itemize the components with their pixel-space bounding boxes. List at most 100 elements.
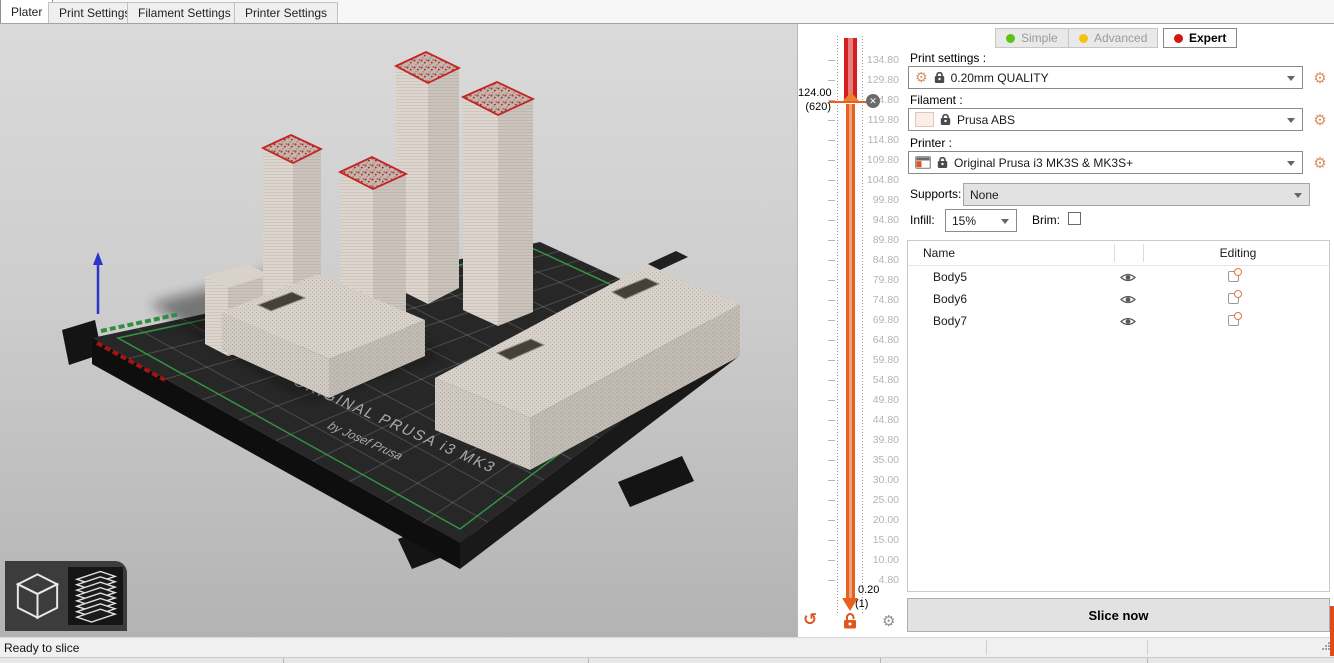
- tab-printer-settings[interactable]: Printer Settings: [234, 2, 338, 23]
- slider-range-lower[interactable]: [846, 104, 855, 598]
- layer-tick-label: 109.80: [855, 154, 899, 166]
- layer-tick-label: 44.80: [855, 414, 899, 426]
- printer-combo[interactable]: Original Prusa i3 MK3S & MK3S+: [908, 151, 1303, 174]
- chevron-down-icon: [1287, 76, 1295, 81]
- layer-tick-dash: [828, 240, 835, 241]
- slice-now-button[interactable]: Slice now: [907, 598, 1330, 632]
- column-divider: [1143, 244, 1144, 262]
- status-separator: [1147, 640, 1148, 655]
- layer-tick-dash: [828, 440, 835, 441]
- brim-label: Brim:: [1032, 213, 1060, 227]
- visibility-eye-icon[interactable]: [1120, 316, 1136, 327]
- layer-tick-dash: [828, 560, 835, 561]
- edit-printer-gear-icon[interactable]: ⚙: [1310, 153, 1330, 173]
- object-list-header: Name Editing: [908, 241, 1329, 266]
- chevron-down-icon: [1287, 161, 1295, 166]
- layer-tick-dash: [828, 200, 835, 201]
- layer-tick-label: 35.00: [855, 454, 899, 466]
- visibility-eye-icon[interactable]: [1120, 294, 1136, 305]
- layer-tick-dash: [828, 360, 835, 361]
- filament-label: Filament :: [910, 93, 963, 107]
- tab-plater[interactable]: Plater: [0, 0, 53, 23]
- layer-slider: 134.80129.80124.80119.80114.80109.80104.…: [797, 24, 905, 637]
- mode-advanced-label: Advanced: [1094, 31, 1147, 45]
- visibility-eye-icon[interactable]: [1120, 272, 1136, 283]
- strip-divider: [880, 658, 881, 663]
- brim-checkbox[interactable]: [1068, 212, 1081, 225]
- layer-tick-dash: [828, 180, 835, 181]
- layer-tick-dash: [828, 260, 835, 261]
- layer-tick-label: 15.00: [855, 534, 899, 546]
- layer-tick-label: 25.00: [855, 494, 899, 506]
- supports-dropdown[interactable]: None: [963, 183, 1310, 206]
- mode-advanced-button[interactable]: Advanced: [1068, 28, 1158, 48]
- chevron-down-icon: [1294, 193, 1302, 198]
- column-divider: [1114, 244, 1115, 262]
- slider-settings-gear-icon[interactable]: ⚙: [882, 612, 895, 630]
- 3d-view-button[interactable]: [10, 567, 65, 625]
- unlock-icon[interactable]: [842, 612, 858, 629]
- chevron-down-icon: [1001, 219, 1009, 224]
- lock-icon: [937, 156, 948, 169]
- bottom-layer-label: (1): [855, 598, 868, 610]
- filament-combo[interactable]: Prusa ABS: [908, 108, 1303, 131]
- chevron-down-icon: [1287, 118, 1295, 123]
- object-tower-3[interactable]: [463, 82, 533, 326]
- 3d-scene: ORIGINAL PRUSA i3 MK3 by Josef Prusa: [0, 24, 797, 637]
- revert-icon[interactable]: ↺: [803, 610, 817, 630]
- tab-filament-settings[interactable]: Filament Settings: [127, 2, 242, 23]
- layer-tick-dash: [828, 280, 835, 281]
- slider-handle[interactable]: [843, 92, 859, 101]
- printer-label: Printer :: [910, 136, 952, 150]
- layer-tick-label: 129.80: [855, 74, 899, 86]
- bottom-strip: [0, 657, 1334, 663]
- layer-tick-label: 39.80: [855, 434, 899, 446]
- layer-tick-dash: [828, 540, 835, 541]
- supports-value: None: [970, 188, 999, 202]
- mode-simple-label: Simple: [1021, 31, 1058, 45]
- edit-object-icon[interactable]: [1228, 293, 1239, 304]
- infill-label: Infill:: [910, 213, 935, 227]
- lock-icon: [940, 113, 951, 126]
- object-name: Body6: [933, 292, 967, 306]
- layer-tick-dash: [828, 160, 835, 161]
- edit-object-icon[interactable]: [1228, 271, 1239, 282]
- layers-view-button[interactable]: [68, 567, 123, 625]
- edit-filament-gear-icon[interactable]: ⚙: [1310, 110, 1330, 130]
- object-row[interactable]: Body7: [908, 310, 1329, 332]
- layer-tick-label: 49.80: [855, 394, 899, 406]
- infill-dropdown[interactable]: 15%: [945, 209, 1017, 232]
- edit-print-settings-gear-icon[interactable]: ⚙: [1310, 68, 1330, 88]
- mode-expert-label: Expert: [1189, 31, 1226, 45]
- view-mode-switcher: [5, 561, 127, 631]
- status-separator: [986, 640, 987, 655]
- mode-simple-dot: [1006, 34, 1015, 43]
- object-rows: Body5 Body6 Body7: [908, 266, 1329, 332]
- prusaslicer-window: Plater Print Settings Filament Settings …: [0, 0, 1334, 663]
- object-row[interactable]: Body5: [908, 266, 1329, 288]
- object-row[interactable]: Body6: [908, 288, 1329, 310]
- layer-tick-label: 10.00: [855, 554, 899, 566]
- mode-expert-button[interactable]: Expert: [1163, 28, 1237, 48]
- editing-column-header: Editing: [1193, 246, 1283, 260]
- mode-simple-button[interactable]: Simple: [995, 28, 1069, 48]
- slider-track-dots-left: [837, 36, 838, 614]
- mode-expert-dot: [1174, 34, 1183, 43]
- object-name: Body5: [933, 270, 967, 284]
- printer-icon: [915, 156, 931, 169]
- current-layer-label: 124.00 (620): [798, 86, 831, 114]
- remove-tick-button[interactable]: ✕: [866, 94, 880, 108]
- layer-tick-label: 104.80: [855, 174, 899, 186]
- edit-object-icon[interactable]: [1228, 315, 1239, 326]
- filament-color-swatch: [915, 112, 934, 127]
- name-column-header: Name: [923, 246, 955, 260]
- layer-tick-dash: [828, 500, 835, 501]
- layer-tick-dash: [828, 460, 835, 461]
- layer-tick-label: 89.80: [855, 234, 899, 246]
- 3d-viewport[interactable]: ORIGINAL PRUSA i3 MK3 by Josef Prusa: [0, 24, 797, 637]
- layer-tick-dash: [828, 80, 835, 81]
- edit-dot: [1234, 312, 1242, 320]
- supports-label: Supports:: [910, 187, 961, 201]
- infill-value: 15%: [952, 214, 976, 228]
- print-settings-combo[interactable]: ⚙ 0.20mm QUALITY: [908, 66, 1303, 89]
